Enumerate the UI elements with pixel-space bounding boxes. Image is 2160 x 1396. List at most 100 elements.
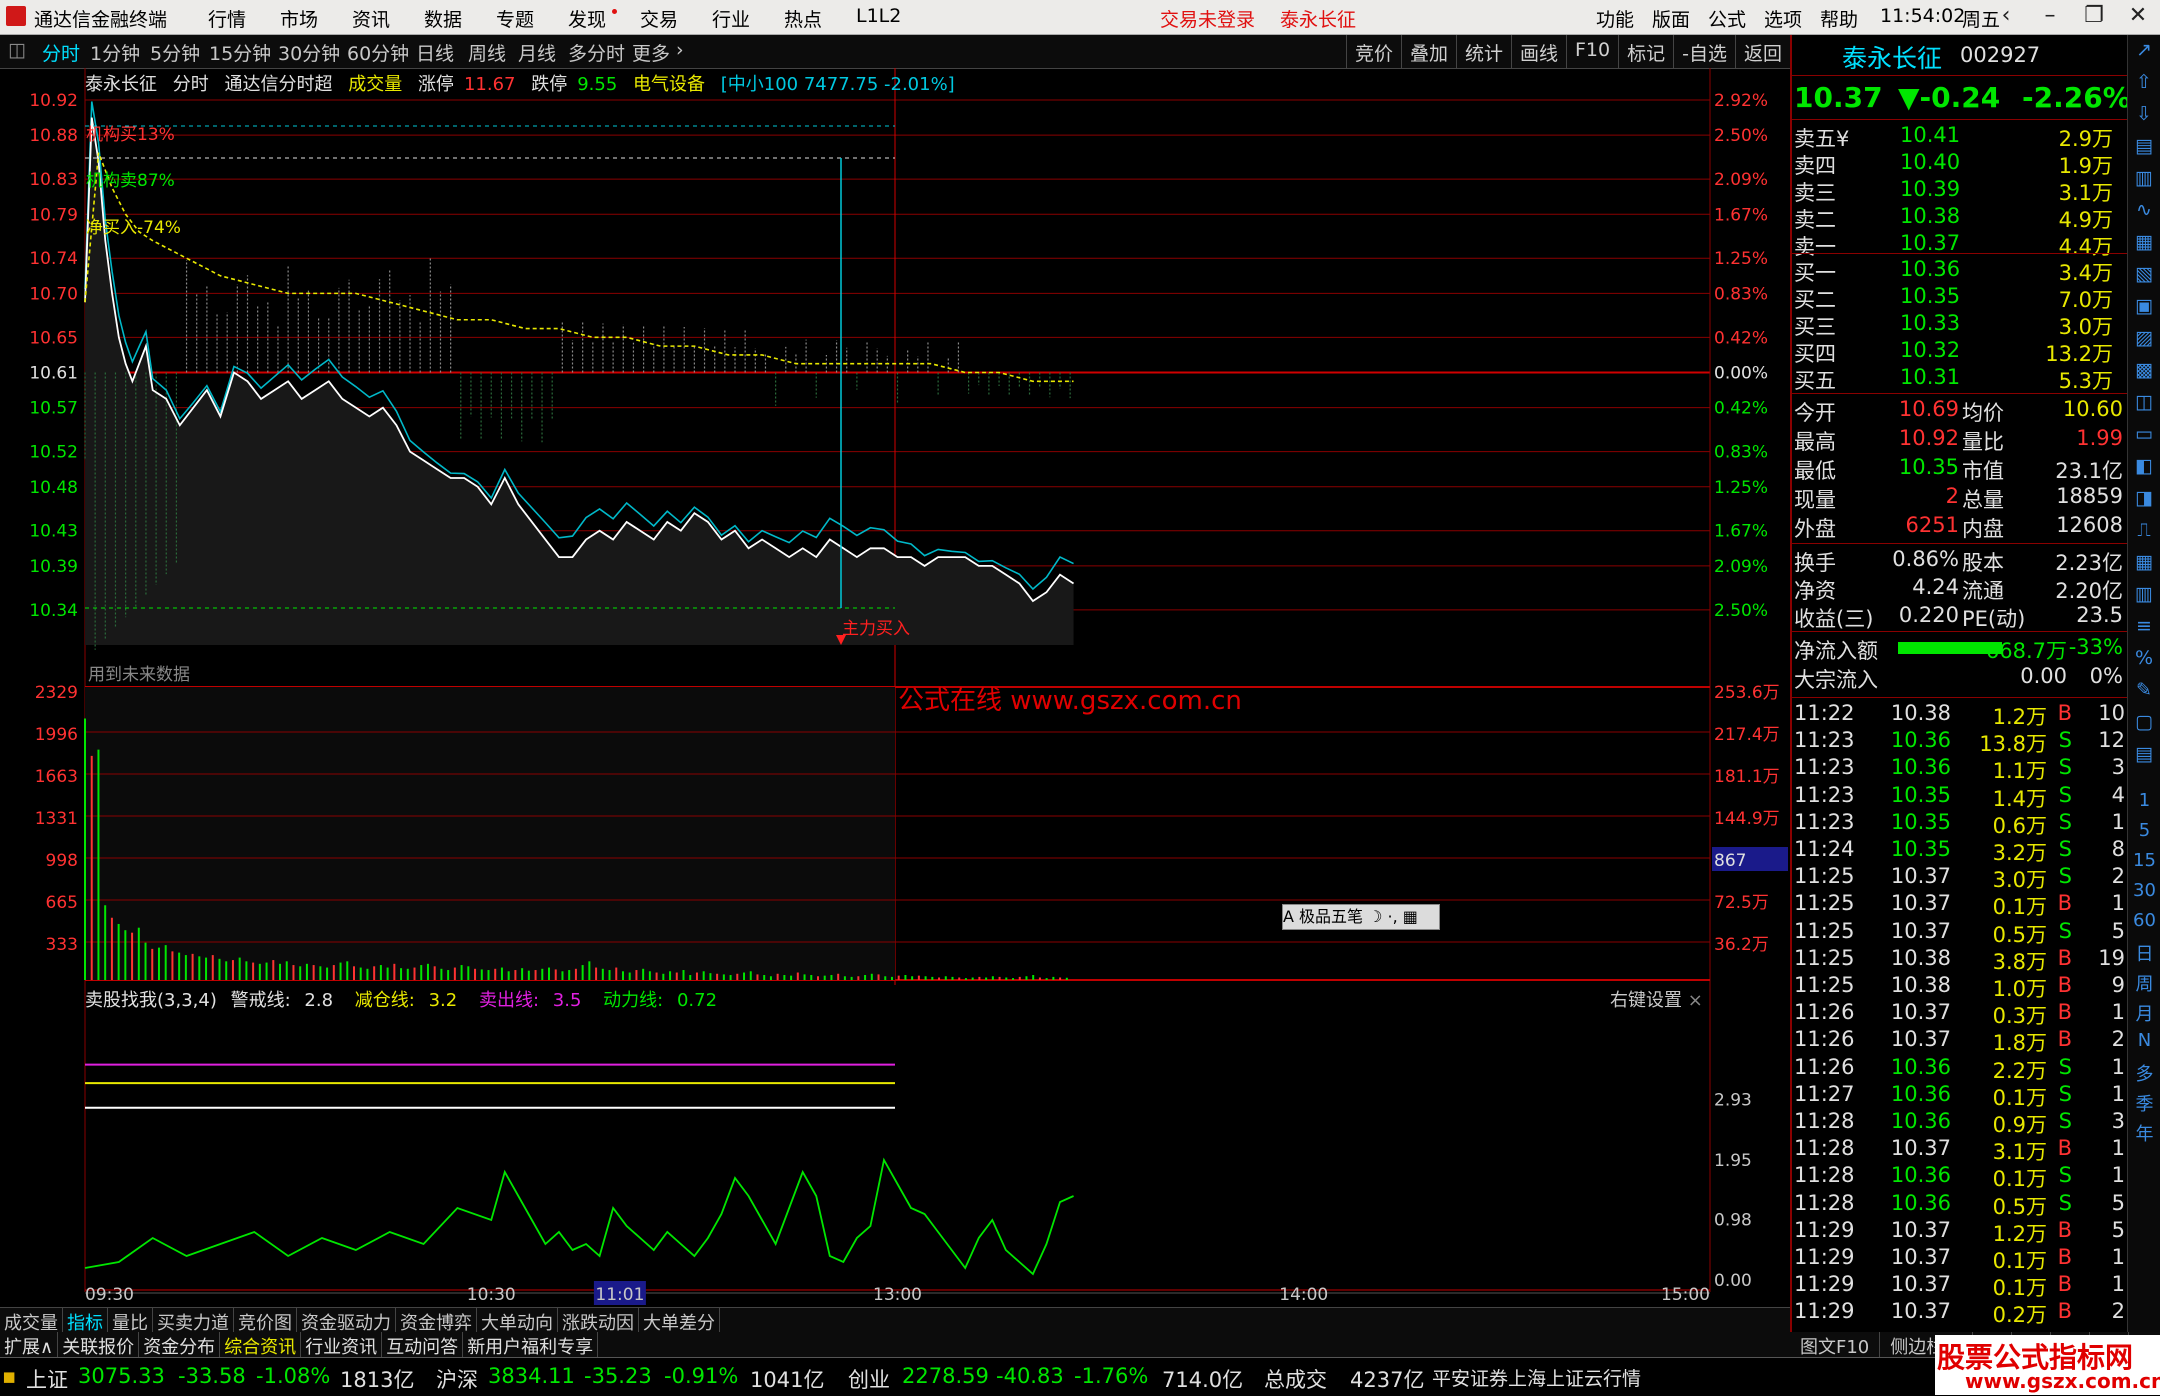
side-tool-icon[interactable]: ▥	[2132, 167, 2156, 191]
more-chevron-icon[interactable]: ›	[676, 39, 684, 61]
trade-row[interactable]: 11:23 10.35 1.4万 S 4	[1792, 783, 2127, 811]
menu-market[interactable]: 市场	[280, 5, 318, 32]
trade-row[interactable]: 11:29 10.37 1.2万 B 5	[1792, 1218, 2127, 1246]
tab-monthly[interactable]: 月线	[518, 39, 556, 66]
trade-row[interactable]: 11:26 10.37 1.8万 B 2	[1792, 1027, 2127, 1055]
ask-row[interactable]: 卖四 10.40 1.9万	[1792, 150, 2127, 178]
menu-quotes[interactable]: 行情	[208, 5, 246, 32]
tab-30min[interactable]: 30分钟	[278, 39, 340, 66]
bid-row[interactable]: 买一 10.36 3.4万	[1792, 257, 2127, 285]
trade-row[interactable]: 11:25 10.37 0.1万 B 1	[1792, 891, 2127, 919]
stat-row[interactable]: 最高 10.92 量比 1.99	[1792, 426, 2127, 454]
period-shortcut[interactable]: 年	[2128, 1120, 2160, 1146]
info-tab[interactable]: 互动问答	[382, 1332, 464, 1360]
ask-row[interactable]: 卖二 10.38 4.9万	[1792, 204, 2127, 232]
side-tool-icon[interactable]: ⇩	[2132, 103, 2156, 127]
info-tab[interactable]: 综合资讯	[220, 1332, 302, 1360]
info-tab[interactable]: 扩展∧	[0, 1332, 59, 1360]
tab-1min[interactable]: 1分钟	[90, 39, 140, 66]
tab-5min[interactable]: 5分钟	[150, 39, 200, 66]
panel-toggle-icon[interactable]: ◫	[8, 39, 26, 61]
info-tab[interactable]: 资金分布	[139, 1332, 221, 1360]
login-status[interactable]: 交易未登录	[1160, 5, 1255, 32]
menu-help[interactable]: 帮助	[1820, 5, 1858, 32]
panel-tab[interactable]: 图文F10	[1790, 1332, 1881, 1360]
side-tool-icon[interactable]: ✎	[2132, 679, 2156, 703]
period-shortcut[interactable]: 周	[2128, 970, 2160, 996]
trade-row[interactable]: 11:25 10.38 3.8万 B 19	[1792, 946, 2127, 974]
ask-row[interactable]: 卖三 10.39 3.1万	[1792, 177, 2127, 205]
side-tool-icon[interactable]: ▤	[2132, 135, 2156, 159]
right-click-settings[interactable]: 右键设置 ×	[1610, 986, 1703, 1012]
menu-data[interactable]: 数据	[424, 5, 462, 32]
info-tab[interactable]: 新用户福利专享	[463, 1332, 599, 1360]
info-tab[interactable]: 行业资讯	[301, 1332, 383, 1360]
stat-row[interactable]: 最低 10.35 市值 23.1亿	[1792, 455, 2127, 483]
side-tool-icon[interactable]: ◨	[2132, 487, 2156, 511]
stat-row[interactable]: 今开 10.69 均价 10.60	[1792, 397, 2127, 425]
trade-row[interactable]: 11:27 10.36 0.1万 S 1	[1792, 1082, 2127, 1110]
trade-row[interactable]: 11:28 10.36 0.5万 S 5	[1792, 1191, 2127, 1219]
menu-formula[interactable]: 公式	[1708, 5, 1746, 32]
trade-row[interactable]: 11:23 10.36 13.8万 S 12	[1792, 728, 2127, 756]
bid-row[interactable]: 买三 10.33 3.0万	[1792, 311, 2127, 339]
side-tool-icon[interactable]: %	[2132, 647, 2156, 671]
trade-row[interactable]: 11:28 10.37 3.1万 B 1	[1792, 1136, 2127, 1164]
tool-stats[interactable]: 统计	[1455, 35, 1511, 68]
tool-back[interactable]: 返回	[1734, 35, 1790, 68]
close-indicator-icon[interactable]: ×	[1688, 990, 1703, 1011]
tab-multi[interactable]: 多分时	[568, 39, 625, 66]
menu-layout[interactable]: 版面	[1652, 5, 1690, 32]
side-tool-icon[interactable]: ↗	[2132, 39, 2156, 63]
stat-row[interactable]: 换手 0.86% 股本 2.23亿	[1792, 547, 2127, 575]
restore-icon[interactable]: ❐	[2072, 0, 2116, 34]
period-shortcut[interactable]: 日	[2128, 940, 2160, 966]
menu-l1l2[interactable]: L1L2	[856, 5, 901, 27]
trade-row[interactable]: 11:26 10.36 2.2万 S 1	[1792, 1055, 2127, 1083]
info-tab[interactable]: 关联报价	[58, 1332, 140, 1360]
trade-row[interactable]: 11:24 10.35 3.2万 S 8	[1792, 837, 2127, 865]
tab-weekly[interactable]: 周线	[468, 39, 506, 66]
stat-row[interactable]: 收益(三) 0.220 PE(动) 23.5	[1792, 603, 2127, 631]
bid-row[interactable]: 买四 10.32 13.2万	[1792, 338, 2127, 366]
sh-label[interactable]: 上证	[26, 1364, 68, 1394]
stat-row[interactable]: 现量 2 总量 18859	[1792, 484, 2127, 512]
tab-more[interactable]: 更多	[632, 39, 670, 66]
back-icon[interactable]: ‹	[1984, 0, 2028, 34]
side-tool-icon[interactable]: ◧	[2132, 455, 2156, 479]
menu-topics[interactable]: 专题	[496, 5, 534, 32]
side-tool-icon[interactable]: ∿	[2132, 199, 2156, 223]
side-tool-icon[interactable]: ▦	[2132, 551, 2156, 575]
trade-row[interactable]: 11:28 10.36 0.9万 S 3	[1792, 1109, 2127, 1137]
close-icon[interactable]: ✕	[2116, 0, 2160, 34]
ime-toolbar[interactable]: A 极品五笔 ☽ ·, ▦	[1282, 904, 1440, 930]
menu-discover[interactable]: 发现	[568, 5, 606, 32]
info-sector[interactable]: 电气设备	[633, 74, 705, 95]
trade-row[interactable]: 11:25 10.38 1.0万 B 9	[1792, 973, 2127, 1001]
side-tool-icon[interactable]: ▭	[2132, 423, 2156, 447]
minimize-icon[interactable]: –	[2028, 0, 2072, 34]
period-shortcut[interactable]: 30	[2128, 880, 2160, 901]
period-shortcut[interactable]: 60	[2128, 910, 2160, 931]
tab-daily[interactable]: 日线	[416, 39, 454, 66]
side-tool-icon[interactable]: ▣	[2132, 295, 2156, 319]
menu-trade[interactable]: 交易	[640, 5, 678, 32]
menu-hot[interactable]: 热点	[784, 5, 822, 32]
trade-row[interactable]: 11:22 10.38 1.2万 B 10	[1792, 701, 2127, 729]
period-shortcut[interactable]: 月	[2128, 1000, 2160, 1026]
period-shortcut[interactable]: 多	[2128, 1060, 2160, 1086]
side-tool-icon[interactable]: ⎍	[2132, 519, 2156, 543]
period-shortcut[interactable]: N	[2128, 1030, 2160, 1051]
tab-15min[interactable]: 15分钟	[209, 39, 271, 66]
side-tool-icon[interactable]: ▩	[2132, 359, 2156, 383]
menu-function[interactable]: 功能	[1596, 5, 1634, 32]
trade-row[interactable]: 11:25 10.37 3.0万 S 2	[1792, 864, 2127, 892]
trade-row[interactable]: 11:25 10.37 0.5万 S 5	[1792, 919, 2127, 947]
intraday-chart[interactable]: 10.92 2.92% 10.88 2.50% 10.83 2.09% 10.79 1.67%…	[0, 68, 1790, 1308]
tool-overlay[interactable]: 叠加	[1400, 35, 1456, 68]
period-shortcut[interactable]: 5	[2128, 820, 2160, 841]
tool-remove-watch[interactable]: -自选	[1673, 35, 1735, 68]
period-shortcut[interactable]: 15	[2128, 850, 2160, 871]
trade-row[interactable]: 11:29 10.37 0.1万 B 1	[1792, 1245, 2127, 1273]
tool-auction[interactable]: 竞价	[1345, 35, 1401, 68]
